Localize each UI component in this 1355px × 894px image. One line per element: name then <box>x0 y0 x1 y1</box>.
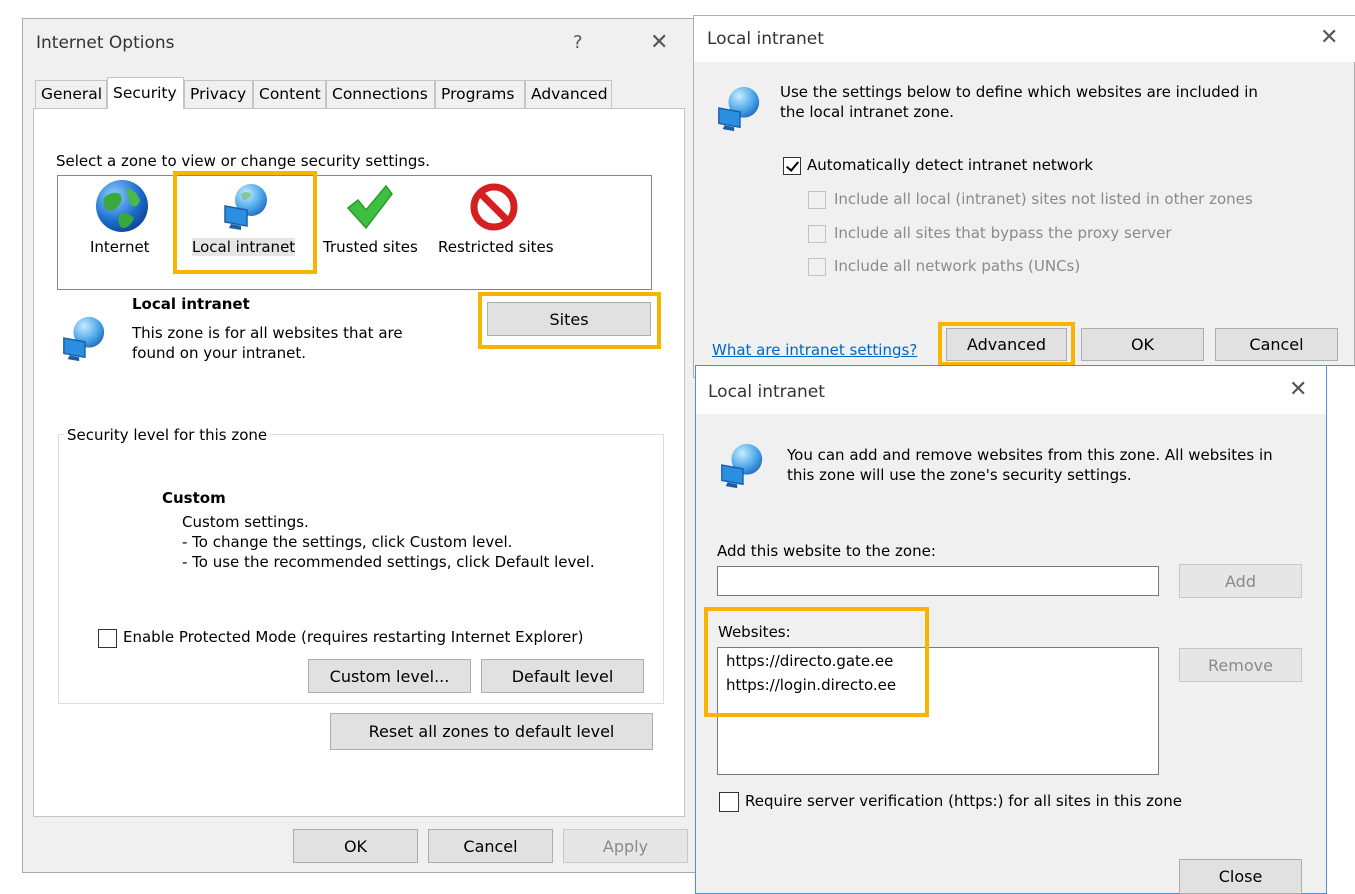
zone-description-line2: found on your intranet. <box>132 344 307 362</box>
zone-restricted-sites-label: Restricted sites <box>438 238 554 256</box>
include-local-sites-label: Include all local (intranet) sites not l… <box>834 190 1253 208</box>
reset-all-zones-button[interactable]: Reset all zones to default level <box>330 713 653 750</box>
zone-internet-label: Internet <box>90 238 150 256</box>
require-https-checkbox[interactable] <box>719 792 739 812</box>
tab-advanced[interactable]: Advanced <box>525 80 612 108</box>
highlight-advanced-button <box>938 322 1075 366</box>
tab-security[interactable]: Security <box>107 77 184 109</box>
level-line2: - To change the settings, click Custom l… <box>182 533 513 551</box>
intranet-ok-button[interactable]: OK <box>1081 328 1204 361</box>
sites-description-line2: this zone will use the zone's security s… <box>787 466 1132 484</box>
tab-content[interactable]: Content <box>253 80 326 108</box>
checkmark-icon <box>346 184 393 230</box>
close-button[interactable]: Close <box>1179 859 1302 894</box>
add-website-label: Add this website to the zone: <box>717 542 936 560</box>
protected-mode-checkbox[interactable] <box>98 629 117 648</box>
auto-detect-checkbox[interactable] <box>783 157 801 175</box>
level-line1: Custom settings. <box>182 513 309 531</box>
level-line3: - To use the recommended settings, click… <box>182 553 595 571</box>
include-bypass-proxy-checkbox[interactable] <box>808 225 826 243</box>
ok-button[interactable]: OK <box>293 829 418 863</box>
tab-privacy[interactable]: Privacy <box>184 80 253 108</box>
globe-icon <box>96 180 148 232</box>
zone-internet[interactable]: Internet <box>80 178 170 273</box>
zone-trusted-sites-label: Trusted sites <box>323 238 418 256</box>
zone-description-line1: This zone is for all websites that are <box>132 324 403 342</box>
highlight-sites-button <box>478 292 661 349</box>
protected-mode-label: Enable Protected Mode (requires restarti… <box>123 628 584 646</box>
tab-programs[interactable]: Programs <box>435 80 525 108</box>
cancel-button[interactable]: Cancel <box>428 829 553 863</box>
apply-button[interactable]: Apply <box>563 829 688 863</box>
auto-detect-label: Automatically detect intranet network <box>807 156 1094 174</box>
local-intranet-dialog-close-button[interactable]: ✕ <box>1320 27 1338 49</box>
default-level-button[interactable]: Default level <box>481 659 644 693</box>
sites-dialog-title: Local intranet <box>708 382 825 402</box>
level-title: Custom <box>162 489 226 507</box>
add-website-input[interactable] <box>717 566 1159 596</box>
sites-dialog-close-button[interactable]: ✕ <box>1289 379 1307 401</box>
intranet-settings-help-link[interactable]: What are intranet settings? <box>712 341 917 359</box>
security-level-group-label: Security level for this zone <box>64 426 271 444</box>
internet-options-title: Internet Options <box>36 33 175 53</box>
local-intranet-dialog-title: Local intranet <box>707 29 824 49</box>
intranet-icon <box>63 316 105 362</box>
zone-restricted-sites[interactable]: Restricted sites <box>436 178 562 273</box>
highlight-websites <box>704 607 929 717</box>
add-button[interactable]: Add <box>1179 564 1302 598</box>
include-network-paths-label: Include all network paths (UNCs) <box>834 257 1081 275</box>
include-network-paths-checkbox[interactable] <box>808 258 826 276</box>
remove-button[interactable]: Remove <box>1179 648 1302 682</box>
tab-general[interactable]: General <box>35 80 107 108</box>
highlight-local-intranet <box>173 171 317 274</box>
require-https-label: Require server verification (https:) for… <box>745 792 1182 810</box>
intranet-icon <box>718 86 760 132</box>
intranet-description-line1: Use the settings below to define which w… <box>780 83 1258 101</box>
zone-prompt: Select a zone to view or change security… <box>56 152 431 170</box>
background-area <box>1327 366 1355 894</box>
sites-description-line1: You can add and remove websites from thi… <box>787 446 1273 464</box>
help-button[interactable]: ? <box>573 32 583 54</box>
intranet-cancel-button[interactable]: Cancel <box>1215 328 1338 361</box>
intranet-description-line2: the local intranet zone. <box>780 103 954 121</box>
custom-level-button[interactable]: Custom level... <box>308 659 471 693</box>
tab-connections[interactable]: Connections <box>326 80 435 108</box>
zone-title: Local intranet <box>132 295 250 313</box>
internet-options-close-button[interactable]: ✕ <box>650 32 668 54</box>
include-local-sites-checkbox[interactable] <box>808 191 826 209</box>
zone-trusted-sites[interactable]: Trusted sites <box>320 178 426 273</box>
intranet-icon <box>721 443 763 489</box>
include-bypass-proxy-label: Include all sites that bypass the proxy … <box>834 224 1172 242</box>
restricted-icon <box>470 183 518 231</box>
